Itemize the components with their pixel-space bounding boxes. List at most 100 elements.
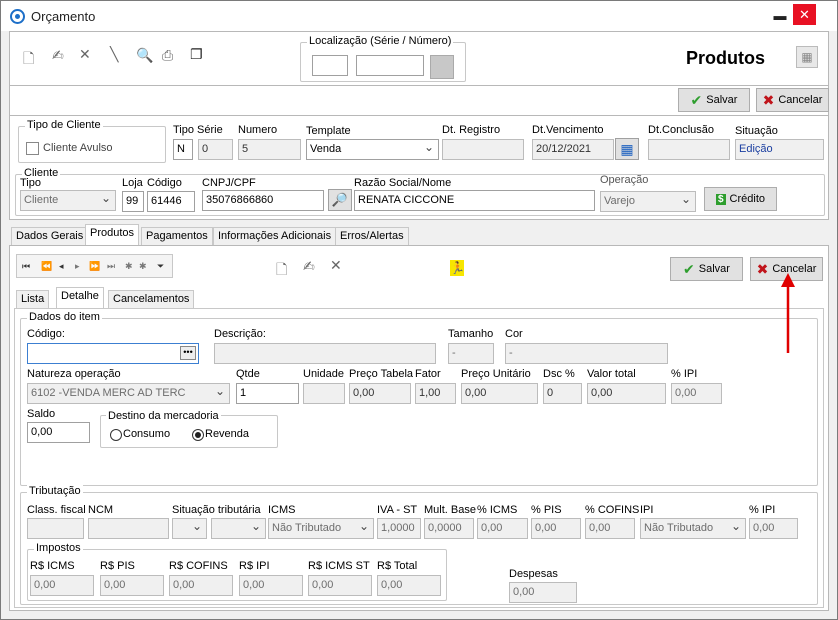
- codigo-cliente-label: Código: [147, 177, 182, 189]
- localizar-button[interactable]: [430, 55, 454, 79]
- tab-erros-alertas[interactable]: Erros/Alertas: [335, 227, 409, 245]
- next-page-icon[interactable]: ⏩: [89, 261, 100, 272]
- pen-icon[interactable]: ╲: [110, 46, 118, 63]
- situacao-label: Situação: [735, 125, 778, 137]
- tipo-cliente-label: Tipo de Cliente: [25, 119, 103, 131]
- new-item-icon[interactable]: 🗋: [276, 259, 287, 283]
- loja-input[interactable]: 99: [122, 191, 144, 212]
- dt-vencimento-label: Dt.Vencimento: [532, 124, 604, 136]
- lookup-ellipsis-icon[interactable]: •••: [180, 346, 196, 360]
- calendar-icon[interactable]: ▦: [615, 138, 639, 160]
- tipo-cliente-group: Tipo de Cliente Cliente Avulso: [18, 119, 166, 163]
- class-fiscal-label: Class. fiscal: [27, 504, 86, 516]
- tab-pagamentos[interactable]: Pagamentos: [141, 227, 213, 245]
- header-panel: Tipo de Cliente Cliente Avulso Tipo Séri…: [9, 116, 829, 220]
- sit-trib-select-2: [211, 518, 266, 539]
- saldo-input[interactable]: 0,00: [27, 422, 90, 443]
- fator-input: 1,00: [415, 383, 456, 404]
- minimize-button[interactable]: ▬: [768, 5, 792, 27]
- icms-select: Não Tributado: [268, 518, 374, 539]
- despesas-input: 0,00: [509, 582, 577, 603]
- cliente-avulso-checkbox[interactable]: [26, 142, 39, 155]
- razao-input[interactable]: RENATA CICCONE: [354, 190, 595, 211]
- codigo-cliente-input[interactable]: 61446: [147, 191, 195, 212]
- loja-label: Loja: [122, 177, 143, 189]
- search-document-icon[interactable]: 🔍: [136, 47, 153, 64]
- delete-icon[interactable]: ✕: [79, 46, 91, 63]
- preco-unitario-label: Preço Unitário: [461, 368, 531, 380]
- subtab-lista[interactable]: Lista: [16, 290, 50, 308]
- qtde-input[interactable]: 1: [236, 383, 299, 404]
- operacao-label: Operação: [600, 174, 649, 186]
- delete-item-icon[interactable]: ✕: [330, 257, 342, 274]
- check-icon: ✔: [683, 260, 695, 277]
- consumo-radio[interactable]: [110, 429, 122, 441]
- cancelar-button[interactable]: ✖ Cancelar: [756, 88, 829, 112]
- unidade-label: Unidade: [303, 368, 344, 380]
- despesas-label: Despesas: [509, 568, 558, 580]
- impostos-label: Impostos: [34, 542, 83, 554]
- natureza-label: Natureza operação: [27, 368, 121, 380]
- situacao-input: Edição: [735, 139, 824, 160]
- ncm-input: [88, 518, 169, 539]
- tributacao-group: Tributação Class. fiscal NCM Situação tr…: [20, 485, 818, 605]
- print-icon[interactable]: ⎙: [162, 47, 173, 64]
- mult-base-input: 0,0000: [424, 518, 474, 539]
- produtos-salvar-button[interactable]: ✔ Salvar: [670, 257, 743, 281]
- tipo-serie-input[interactable]: N: [173, 139, 193, 160]
- r-total-label: R$ Total: [377, 560, 418, 572]
- r-cofins-label: R$ COFINS: [169, 560, 228, 572]
- calculator-icon[interactable]: ▦: [796, 46, 818, 68]
- filter-icon[interactable]: ⏷: [157, 261, 164, 272]
- copy-icon[interactable]: ❐: [190, 46, 203, 63]
- codigo-item-input[interactable]: [27, 343, 199, 364]
- template-select[interactable]: Venda: [306, 139, 439, 160]
- impostos-group: Impostos R$ ICMS 0,00 R$ PIS 0,00 R$ COF…: [27, 542, 447, 601]
- r-icms-input: 0,00: [30, 575, 94, 596]
- dt-vencimento-input[interactable]: 20/12/2021: [532, 139, 614, 160]
- credito-button[interactable]: $ Crédito: [704, 187, 777, 211]
- main-tabs: Dados Gerais Produtos Pagamentos Informa…: [9, 224, 829, 245]
- app-icon: [10, 9, 25, 24]
- main-toolbar: 🗋 ✍ ✕ ╲ 🔍 ⎙ ❐ Localização (Série / Númer…: [9, 31, 829, 86]
- insert-icon[interactable]: ✱: [125, 261, 133, 272]
- revenda-radio[interactable]: [192, 429, 204, 441]
- dt-registro-input: [442, 139, 524, 160]
- pis-label: % PIS: [531, 504, 562, 516]
- next-record-icon[interactable]: ▸: [75, 261, 80, 272]
- icms-label: ICMS: [268, 504, 296, 516]
- pipi-label: % IPI: [749, 504, 776, 516]
- x-icon: ✖: [756, 260, 769, 277]
- tab-dados-gerais[interactable]: Dados Gerais: [11, 227, 89, 245]
- close-button[interactable]: ✕: [793, 4, 816, 25]
- section-title: Produtos: [686, 48, 765, 68]
- serie-search-input[interactable]: [312, 55, 348, 76]
- cnpj-input[interactable]: 35076866860: [202, 190, 324, 211]
- numero-input: 5: [238, 139, 301, 160]
- salvar-button[interactable]: ✔ Salvar: [678, 88, 750, 112]
- cor-input: -: [505, 343, 668, 364]
- search-cliente-icon[interactable]: 🔎: [328, 189, 352, 211]
- ipi-label: IPI: [640, 504, 654, 516]
- prev-record-icon[interactable]: ◂: [59, 261, 64, 272]
- last-record-icon[interactable]: ⏭: [107, 261, 115, 272]
- running-man-icon[interactable]: 🏃: [450, 260, 465, 276]
- destino-label: Destino da mercadoria: [106, 410, 221, 422]
- localizacao-label: Localização (Série / Número): [307, 35, 454, 47]
- saldo-label: Saldo: [27, 408, 56, 420]
- edit-icon[interactable]: ✍: [52, 47, 64, 64]
- subtab-cancelamentos[interactable]: Cancelamentos: [108, 290, 195, 308]
- cor-label: Cor: [505, 328, 523, 340]
- edit-record-icon[interactable]: ✱: [139, 261, 147, 272]
- first-record-icon[interactable]: ⏮: [22, 261, 30, 272]
- pis-input: 0,00: [531, 518, 581, 539]
- ipi-item-input: 0,00: [671, 383, 722, 404]
- numero-search-input[interactable]: [356, 55, 424, 76]
- tamanho-label: Tamanho: [448, 328, 494, 340]
- subtab-detalhe[interactable]: Detalhe: [56, 287, 104, 308]
- edit-item-icon[interactable]: ✍: [303, 258, 315, 275]
- new-document-icon[interactable]: 🗋: [23, 48, 34, 72]
- prev-page-icon[interactable]: ⏪: [41, 261, 52, 272]
- tab-produtos[interactable]: Produtos: [85, 224, 140, 245]
- tab-informacoes-adicionais[interactable]: Informações Adicionais: [213, 227, 337, 245]
